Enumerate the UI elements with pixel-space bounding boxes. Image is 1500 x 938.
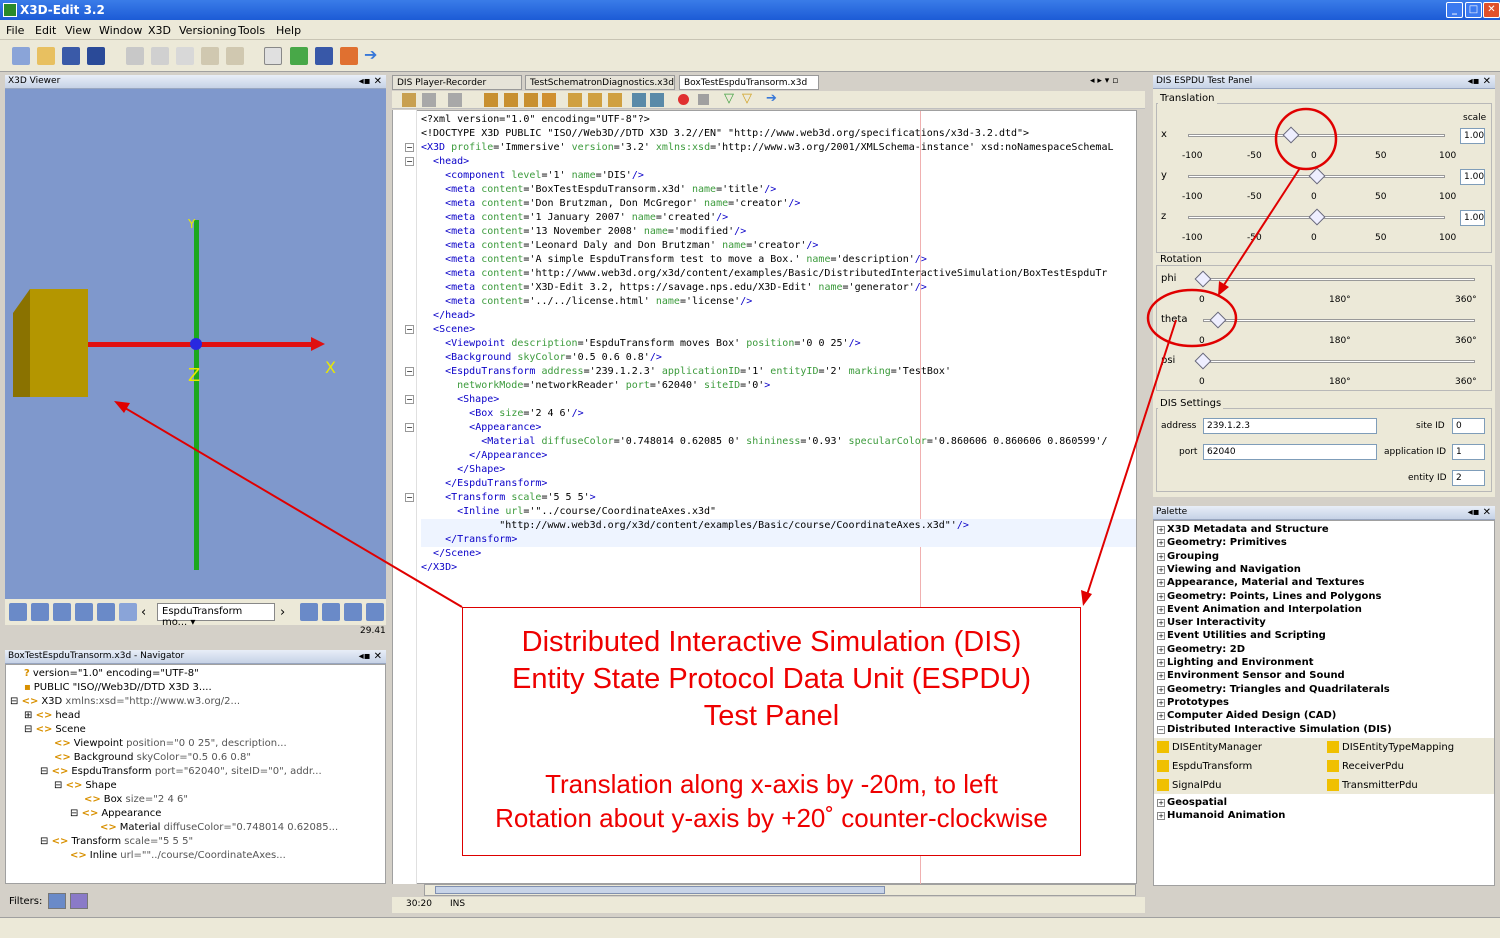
annotation-line5: Rotation about y-axis by +20˚ counter-cl… (495, 803, 1048, 833)
theta-slider-highlight (1146, 288, 1238, 348)
arrow-to-annotation (1085, 319, 1177, 599)
annotation-box: Distributed Interactive Simulation (DIS)… (462, 607, 1081, 856)
arrow-to-theta (1221, 167, 1301, 289)
annotation-line2: Entity State Protocol Data Unit (ESPDU) (512, 663, 1031, 695)
annotation-line1: Distributed Interactive Simulation (DIS) (521, 626, 1022, 658)
annotation-line4: Translation along x-axis by -20m, to lef… (545, 769, 998, 799)
arrow-head-box (114, 401, 130, 413)
annotation-line3: Test Panel (703, 700, 840, 732)
arrow-head-annotation (1081, 590, 1092, 606)
arrow-head-theta (1218, 281, 1229, 296)
x-slider-highlight (1274, 107, 1338, 171)
arrow-to-box (119, 404, 463, 608)
bottom-statusbar (0, 917, 1500, 938)
